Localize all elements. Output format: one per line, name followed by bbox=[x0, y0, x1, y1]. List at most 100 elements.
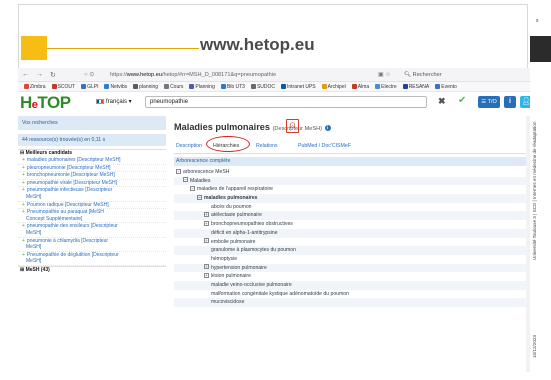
tree-node-label: hémoptysie bbox=[211, 255, 238, 262]
page-title: Maladies pulmonaires (Descripteur MeSH) … bbox=[174, 122, 331, 132]
candidate-label: pneumopathie virale [Descripteur MeSH] bbox=[26, 179, 117, 186]
sidebar-candidate[interactable]: + pneumopathie virale [Descripteur MeSH] bbox=[18, 180, 166, 188]
expand-icon[interactable]: + bbox=[204, 212, 209, 218]
sidebar-candidate[interactable]: + bronchopneumonie [Descripteur MeSH] bbox=[18, 172, 166, 180]
bookmark-item[interactable]: GLPI bbox=[78, 82, 98, 91]
tree-node[interactable]: − maladies de l'appareil respiratoire bbox=[174, 185, 530, 194]
logo-h: H bbox=[20, 93, 32, 112]
bookmark-icon bbox=[51, 83, 57, 89]
scrollbar[interactable] bbox=[526, 116, 530, 372]
search-input[interactable]: pneumopathie bbox=[145, 96, 427, 108]
collapse-icon[interactable]: − bbox=[197, 194, 202, 200]
tree-header[interactable]: Arborescence complète bbox=[174, 157, 530, 166]
clear-icon[interactable]: ✖ bbox=[438, 96, 446, 107]
url-bar[interactable]: https://www.hetop.eu/hetop/#rr=MSH_D_008… bbox=[110, 72, 276, 78]
tree-node[interactable]: − arborescence MeSH bbox=[174, 168, 530, 177]
bookmark-icon bbox=[375, 83, 381, 89]
bookmark-item[interactable]: Netvibs bbox=[101, 82, 127, 91]
bookmark-item[interactable]: SCOUT bbox=[49, 82, 75, 91]
to-button[interactable]: ☰ T/O bbox=[478, 96, 500, 108]
tab-relations[interactable]: Relations bbox=[256, 143, 278, 149]
bookmark-item[interactable]: Archipel bbox=[319, 82, 346, 91]
sidebar-candidate[interactable]: + maladies pulmonaires [Descripteur MeSH] bbox=[18, 157, 166, 165]
info-icon[interactable]: i bbox=[324, 125, 331, 131]
tree-node[interactable]: hémoptysie bbox=[174, 255, 530, 264]
collapse-icon[interactable]: − bbox=[190, 185, 195, 191]
tree-node[interactable]: granulome à plasmocytes du poumon bbox=[174, 246, 530, 255]
bookmark-label: Zimbra bbox=[30, 84, 46, 90]
bookmark-item[interactable]: Alma bbox=[349, 82, 370, 91]
candidate-label: pneumopathie infectieuse [Descripteur bbox=[26, 187, 113, 194]
tree-node[interactable]: abcès du poumon bbox=[174, 203, 530, 212]
group-best-candidates[interactable]: ⊟ Meilleurs candidats bbox=[18, 149, 166, 157]
tree-node[interactable]: + embolie pulmonaire bbox=[174, 238, 530, 247]
bookmark-icon bbox=[81, 83, 87, 89]
bookmark-item[interactable]: Evento bbox=[432, 82, 457, 91]
bookmark-icon bbox=[250, 83, 256, 89]
sidebar-candidate[interactable]: + Poumon radique [Descripteur MeSH] bbox=[18, 202, 166, 210]
tree-node[interactable]: maladie veino-occlusive pulmonaire bbox=[174, 280, 530, 290]
tree-node[interactable]: + hypertension pulmonaire bbox=[174, 263, 530, 273]
validate-icon[interactable]: ✔ bbox=[458, 95, 466, 106]
tree-node[interactable]: malformation congénitale kystique adénom… bbox=[174, 290, 530, 299]
lock-icon: ○ ⊙ bbox=[84, 72, 95, 78]
bookmark-item[interactable]: Zimbra bbox=[21, 82, 46, 91]
collapse-icon[interactable]: − bbox=[176, 168, 181, 174]
language-select[interactable]: français ▾ bbox=[96, 98, 132, 105]
plus-icon: + bbox=[22, 179, 25, 186]
bookmark-item[interactable]: Intranet UPS bbox=[278, 82, 316, 91]
tree-node[interactable]: − Maladies bbox=[174, 176, 530, 186]
bookmark-item[interactable]: Planning bbox=[186, 82, 215, 91]
reload-icon[interactable]: ↻ bbox=[50, 71, 56, 79]
bookmark-star-icon[interactable]: ▣ ☆ bbox=[378, 71, 391, 78]
info-button[interactable]: i bbox=[504, 96, 516, 108]
bookmarks-bar: Zimbra SCOUT GLPI Netvibs planning Cours Plann… bbox=[18, 82, 530, 92]
tree-node[interactable]: mucoviscidose bbox=[174, 298, 530, 307]
slide-title: www.hetop.eu bbox=[200, 35, 315, 54]
results-count: 44 ressource(s) trouvée(s) en 0,11 s bbox=[18, 134, 166, 146]
sidebar-candidate[interactable]: + Pneumopathie de déglutition [Descripteu… bbox=[18, 252, 166, 266]
collapse-icon[interactable]: − bbox=[183, 177, 188, 183]
forward-icon[interactable]: → bbox=[36, 71, 43, 78]
expand-icon[interactable]: + bbox=[204, 238, 209, 244]
bookmark-label: RESANA bbox=[408, 84, 430, 90]
bookmark-item[interactable]: Cours bbox=[161, 82, 183, 91]
tree-node-label: maladies de l'appareil respiratoire bbox=[197, 186, 274, 193]
expand-icon[interactable]: + bbox=[204, 264, 209, 270]
tree-node[interactable]: − maladies pulmonaires bbox=[174, 194, 530, 203]
bookmark-icon bbox=[435, 83, 441, 89]
tree: − arborescence MeSH − Maladies − maladies de … bbox=[174, 168, 530, 307]
tree-node-label: arborescence MeSH bbox=[183, 169, 230, 175]
plus-icon: + bbox=[22, 209, 25, 216]
sidebar-candidate[interactable]: + pneumonie à chlamydia [Descripteur MeSH] bbox=[18, 238, 166, 252]
tab-pubmed[interactable]: PubMed / Doc'CISMeF bbox=[298, 143, 351, 149]
plus-icon: + bbox=[22, 164, 25, 171]
group-mesh[interactable]: ⊞ MeSH (43) bbox=[18, 265, 166, 274]
page-marker: s bbox=[536, 18, 539, 24]
sidebar-candidate[interactable]: + Pneumopathie au paraquat [MeSH Concept S… bbox=[18, 209, 166, 224]
user-icon[interactable]: 👤︎ bbox=[520, 96, 530, 108]
candidate-label-continued: MeSH] bbox=[26, 193, 42, 200]
tab-description[interactable]: Description bbox=[176, 143, 202, 149]
bookmark-label: Alma bbox=[357, 84, 370, 90]
sidebar-candidate[interactable]: + pneumopathie des ensileurs [Descripteur… bbox=[18, 223, 166, 238]
browser-search[interactable]: 🔍︎ Rechercher bbox=[404, 72, 442, 78]
bookmark-item[interactable]: Electre bbox=[372, 82, 397, 91]
sidebar-header[interactable]: Vos recherches bbox=[18, 116, 166, 130]
bookmark-icon bbox=[402, 83, 408, 89]
bookmark-item[interactable]: SUDOC bbox=[248, 82, 275, 91]
candidate-label: pneumopathie des ensileurs [Descripteur bbox=[26, 223, 118, 230]
bookmark-item[interactable]: RESANA bbox=[400, 82, 430, 91]
tree-node[interactable]: + lésion pulmonaire bbox=[174, 272, 530, 281]
sidebar-candidate[interactable]: + pleuropneumonie [Descripteur MeSH] bbox=[18, 165, 166, 173]
tree-node[interactable]: déficit en alpha-1-antitrypsine bbox=[174, 228, 530, 238]
sidebar-candidate[interactable]: + pneumopathie infectieuse [Descripteur Me… bbox=[18, 187, 166, 202]
tree-node[interactable]: + atélectasie pulmonaire bbox=[174, 211, 530, 221]
bookmark-item[interactable]: planning bbox=[130, 82, 158, 91]
expand-icon[interactable]: + bbox=[204, 220, 209, 226]
tree-node[interactable]: + bronchopneumopathies obstructives bbox=[174, 220, 530, 229]
back-icon[interactable]: ← bbox=[22, 71, 29, 78]
hetop-logo[interactable]: HeTOP bbox=[20, 93, 71, 113]
bookmark-item[interactable]: Bib UT3 bbox=[218, 82, 245, 91]
expand-icon[interactable]: + bbox=[204, 272, 209, 278]
